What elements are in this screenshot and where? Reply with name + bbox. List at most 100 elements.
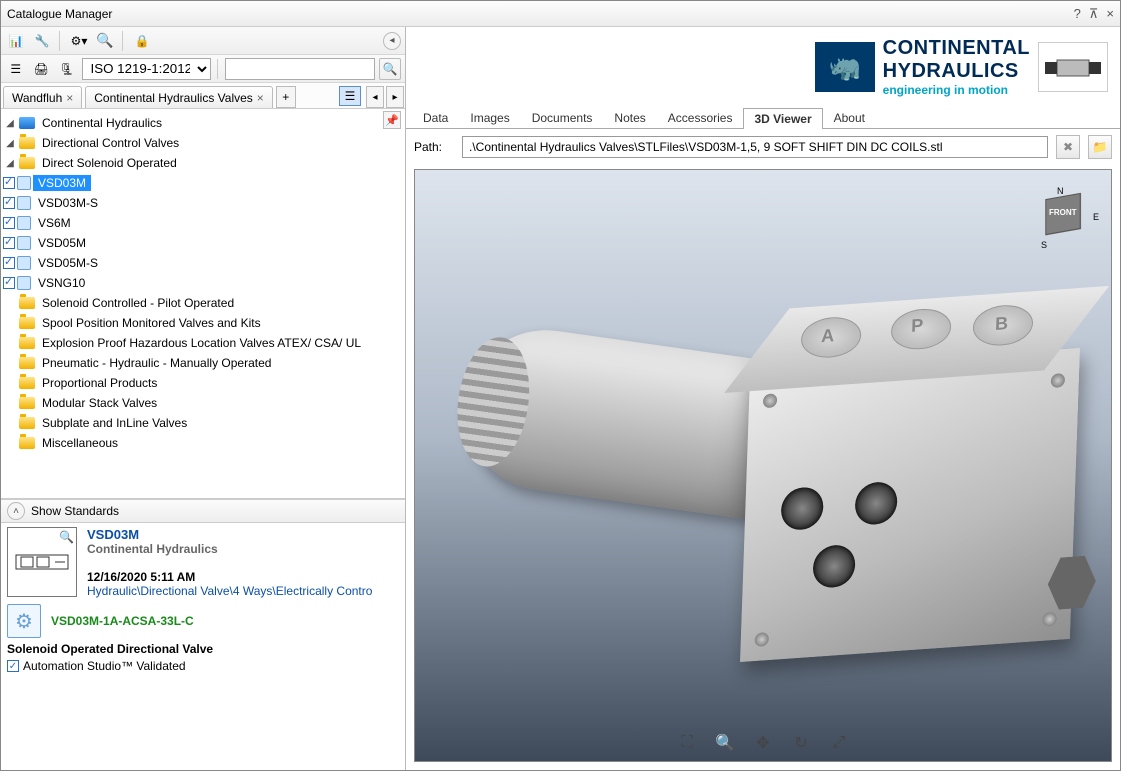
path-input[interactable] [462, 136, 1048, 158]
show-standards-label: Show Standards [31, 504, 119, 518]
path-row: Path: ✖ 📁 [406, 129, 1120, 165]
tab-3d-viewer[interactable]: 3D Viewer [743, 108, 822, 129]
clear-path-icon[interactable]: ✖ [1056, 135, 1080, 159]
add-tab-button[interactable]: + [276, 86, 296, 108]
component-title: VSD03M [87, 527, 372, 542]
standard-select[interactable]: ISO 1219-1:2012 [82, 58, 211, 80]
tab-label: Wandfluh [12, 91, 62, 105]
list-icon[interactable]: ☰ [5, 58, 27, 80]
tree-subgroup[interactable]: Direct Solenoid Operated [37, 155, 182, 171]
folder-icon [19, 357, 35, 369]
tree-root-sibling[interactable]: Proportional Products [37, 375, 162, 391]
zoom-icon[interactable]: 🔍 [713, 731, 737, 755]
checkbox-icon[interactable] [3, 277, 15, 289]
checkbox-icon[interactable]: ✓ [7, 660, 19, 672]
valve-block: A P B [740, 348, 1080, 662]
component-date: 12/16/2020 5:11 AM [87, 570, 372, 584]
part-card: ⚙ VSD03M-1A-ACSA-33L-C [7, 604, 399, 638]
tab-accessories[interactable]: Accessories [657, 107, 744, 128]
checkbox-icon[interactable] [3, 177, 15, 189]
tab-label: Continental Hydraulics Valves [94, 91, 253, 105]
folder-icon [19, 437, 35, 449]
pan-icon[interactable]: ✥ [751, 731, 775, 755]
validated-label: Automation Studio™ Validated [23, 659, 186, 673]
gear-dropdown-icon[interactable]: ⚙▾ [68, 30, 90, 52]
chart-icon[interactable]: 📊 [5, 30, 27, 52]
tree-item[interactable]: VSD05M-S [33, 255, 103, 271]
checkbox-icon[interactable] [3, 237, 15, 249]
expander-icon[interactable]: ◢ [3, 158, 17, 169]
brand-line2: HYDRAULICS [883, 60, 1030, 83]
view-toggle-icon[interactable]: ☰ [339, 86, 361, 106]
tree-pin-icon[interactable]: 📌 [383, 111, 401, 129]
checkbox-icon[interactable] [3, 257, 15, 269]
tab-images[interactable]: Images [459, 107, 520, 128]
expander-icon[interactable]: ◢ [3, 138, 17, 149]
3d-model[interactable]: A P B [445, 250, 1081, 701]
tree-sibling[interactable]: Pneumatic - Hydraulic - Manually Operate… [37, 355, 276, 371]
cube-face-label: FRONT [1049, 208, 1077, 217]
component-path[interactable]: Hydraulic\Directional Valve\4 Ways\Elect… [87, 584, 372, 598]
tree-item[interactable]: VSNG10 [33, 275, 90, 291]
schematic-icon [15, 547, 69, 577]
help-icon[interactable]: ? [1074, 6, 1081, 22]
zoom-fit-icon[interactable]: ⛶ [675, 731, 699, 755]
next-tab-icon[interactable]: ▸ [386, 86, 404, 108]
fullscreen-icon[interactable]: ⤢ [827, 731, 851, 755]
show-standards-bar[interactable]: ˄ Show Standards [1, 499, 405, 523]
browse-folder-icon[interactable]: 📁 [1088, 135, 1112, 159]
tab-notes[interactable]: Notes [603, 107, 656, 128]
print-icon[interactable]: 🖨 [31, 58, 53, 80]
tools-icon[interactable]: 🔧 [31, 30, 53, 52]
tree-group[interactable]: Directional Control Valves [37, 135, 184, 151]
magnifier-icon[interactable]: 🔍 [59, 530, 74, 544]
nav-cube[interactable]: FRONT N S E [1033, 188, 1093, 248]
tab-continental[interactable]: Continental Hydraulics Valves × [85, 86, 273, 108]
tab-data[interactable]: Data [412, 107, 459, 128]
tab-wandfluh[interactable]: Wandfluh × [3, 86, 82, 108]
tree-sibling[interactable]: Solenoid Controlled - Pilot Operated [37, 295, 239, 311]
pin-icon[interactable]: ⊼ [1089, 6, 1099, 22]
tree-root[interactable]: Continental Hydraulics [37, 115, 167, 131]
separator [217, 59, 218, 79]
component-icon [17, 196, 31, 210]
search-go-icon[interactable]: 🔍 [379, 58, 401, 80]
collapse-left-icon[interactable]: ◂ [383, 32, 401, 50]
tree-sibling[interactable]: Explosion Proof Hazardous Location Valve… [37, 335, 366, 351]
bolt-icon [755, 632, 769, 647]
catalogue-tree[interactable]: 📌 ◢ Continental Hydraulics ◢ Directional C… [1, 109, 405, 499]
part-number: VSD03M-1A-ACSA-33L-C [51, 614, 194, 628]
chevron-up-icon[interactable]: ˄ [7, 502, 25, 520]
tree-root-sibling[interactable]: Miscellaneous [37, 435, 123, 451]
prev-tab-icon[interactable]: ◂ [366, 86, 384, 108]
tab-documents[interactable]: Documents [521, 107, 604, 128]
tree-root-sibling[interactable]: Subplate and InLine Valves [37, 415, 192, 431]
expander-icon[interactable]: ◢ [3, 118, 17, 129]
tab-about[interactable]: About [823, 107, 876, 128]
book-icon [19, 117, 35, 129]
toolbar-1: 📊 🔧 ⚙▾ 🔍 🔒 ◂ [1, 27, 405, 55]
window-buttons: ? ⊼ × [1074, 6, 1114, 22]
tree-item[interactable]: VSD05M [33, 235, 91, 251]
main-layout: 📊 🔧 ⚙▾ 🔍 🔒 ◂ ☰ 🖨 🗜 ISO 1219-1:2012 🔍 Wan… [1, 27, 1120, 770]
schematic-thumbnail[interactable]: 🔍 [7, 527, 77, 597]
close-icon[interactable]: × [1106, 6, 1114, 22]
port-label-p: P [911, 315, 924, 337]
checkbox-icon[interactable] [3, 197, 15, 209]
search-icon[interactable]: 🔍 [94, 30, 116, 52]
checkbox-icon[interactable] [3, 217, 15, 229]
folder-icon [19, 337, 35, 349]
close-icon[interactable]: × [66, 91, 73, 105]
3d-viewer[interactable]: FRONT N S E A P B [414, 169, 1112, 762]
search-input[interactable] [225, 58, 375, 80]
filter-icon[interactable]: 🗜 [56, 58, 78, 80]
tree-root-sibling[interactable]: Modular Stack Valves [37, 395, 162, 411]
lock-icon[interactable]: 🔒 [131, 30, 153, 52]
tree-item[interactable]: VS6M [33, 215, 76, 231]
tree-sibling[interactable]: Spool Position Monitored Valves and Kits [37, 315, 266, 331]
compass-n: N [1057, 186, 1064, 196]
tree-item[interactable]: VSD03M-S [33, 195, 103, 211]
tree-item[interactable]: VSD03M [33, 175, 91, 191]
rotate-icon[interactable]: ↻ [789, 731, 813, 755]
close-icon[interactable]: × [257, 91, 264, 105]
